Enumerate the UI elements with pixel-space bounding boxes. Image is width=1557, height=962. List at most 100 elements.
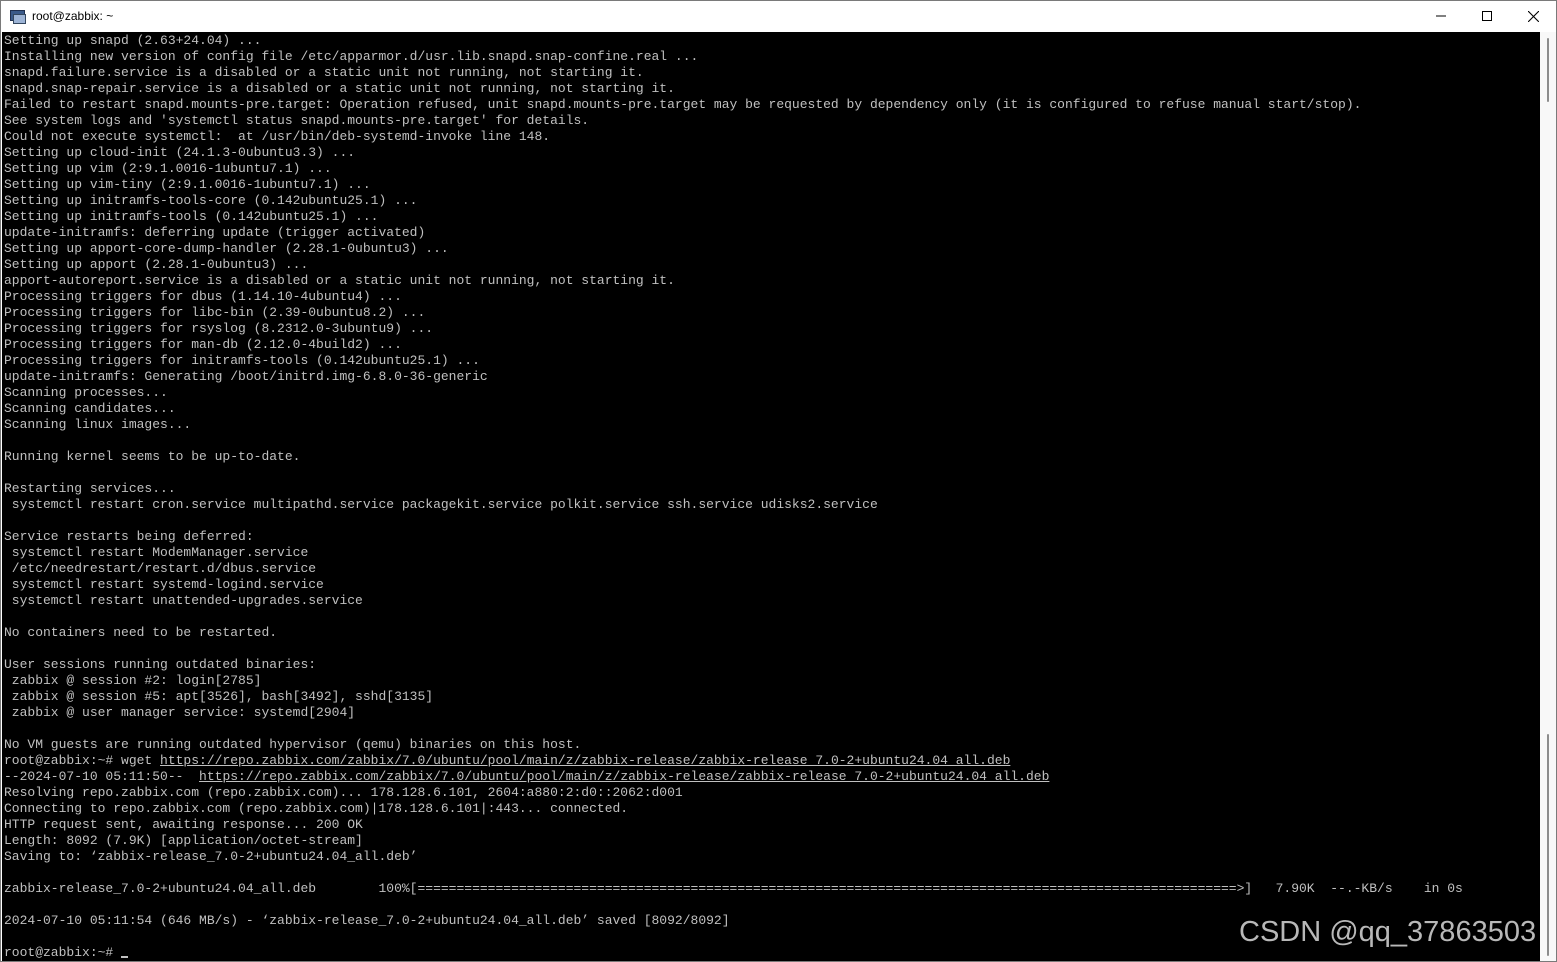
scrollbar-thumb[interactable] <box>1547 38 1549 102</box>
terminal-line: Setting up vim (2:9.1.0016-1ubuntu7.1) .… <box>4 161 1540 177</box>
terminal-line-text: Setting up initramfs-tools-core (0.142ub… <box>4 193 418 208</box>
terminal-line: Setting up snapd (2.63+24.04) ... <box>4 33 1540 49</box>
terminal-line-text: Setting up initramfs-tools (0.142ubuntu2… <box>4 209 379 224</box>
terminal-line: Length: 8092 (7.9K) [application/octet-s… <box>4 833 1540 849</box>
terminal-line-text: No VM guests are running outdated hyperv… <box>4 737 582 752</box>
terminal-line-text: Setting up cloud-init (24.1.3-0ubuntu3.3… <box>4 145 356 160</box>
scrollbar-thumb[interactable] <box>1547 734 1549 956</box>
terminal-line: Running kernel seems to be up-to-date. <box>4 449 1540 465</box>
terminal-line-text: Setting up vim (2:9.1.0016-1ubuntu7.1) .… <box>4 161 332 176</box>
terminal-line-text: systemctl restart unattended-upgrades.se… <box>4 593 363 608</box>
terminal-line-text: Could not execute systemctl: at /usr/bin… <box>4 129 551 144</box>
terminal-line-text: Service restarts being deferred: <box>4 529 254 544</box>
terminal-line: Processing triggers for dbus (1.14.10-4u… <box>4 289 1540 305</box>
terminal-line: Scanning linux images... <box>4 417 1540 433</box>
terminal-line: --2024-07-10 05:11:50-- https://repo.zab… <box>4 769 1540 785</box>
terminal-line: Setting up vim-tiny (2:9.1.0016-1ubuntu7… <box>4 177 1540 193</box>
terminal-line: Service restarts being deferred: <box>4 529 1540 545</box>
terminal-line-text: update-initramfs: deferring update (trig… <box>4 225 426 240</box>
terminal-line-text: zabbix @ session #2: login[2785] <box>4 673 262 688</box>
terminal-line: No VM guests are running outdated hyperv… <box>4 737 1540 753</box>
terminal-line-text: Processing triggers for initramfs-tools … <box>4 353 480 368</box>
title-bar[interactable]: root@zabbix: ~ <box>1 1 1556 31</box>
maximize-button[interactable] <box>1464 1 1510 31</box>
terminal-line: Setting up cloud-init (24.1.3-0ubuntu3.3… <box>4 145 1540 161</box>
terminal-line-text: Processing triggers for rsyslog (8.2312.… <box>4 321 434 336</box>
terminal-line: systemctl restart unattended-upgrades.se… <box>4 593 1540 609</box>
terminal-line-text: update-initramfs: Generating /boot/initr… <box>4 369 488 384</box>
terminal-line-text: HTTP request sent, awaiting response... … <box>4 817 363 832</box>
terminal-line-text: zabbix-release_7.0-2+ubuntu24.04_all.deb… <box>4 881 1463 896</box>
terminal-line: snapd.failure.service is a disabled or a… <box>4 65 1540 81</box>
terminal-line-text: Setting up apport-core-dump-handler (2.2… <box>4 241 449 256</box>
terminal-line-text: 2024-07-10 05:11:54 (646 MB/s) - ‘zabbix… <box>4 913 730 928</box>
terminal-line-text: Processing triggers for man-db (2.12.0-4… <box>4 337 402 352</box>
terminal-line: See system logs and 'systemctl status sn… <box>4 113 1540 129</box>
terminal-output[interactable]: Setting up snapd (2.63+24.04) ... Install… <box>2 32 1540 961</box>
terminal-line-text: Running kernel seems to be up-to-date. <box>4 449 301 464</box>
terminal-line: Connecting to repo.zabbix.com (repo.zabb… <box>4 801 1540 817</box>
terminal-line-text: Connecting to repo.zabbix.com (repo.zabb… <box>4 801 629 816</box>
terminal-line-text: snapd.snap-repair.service is a disabled … <box>4 81 675 96</box>
terminal-line-text: Setting up vim-tiny (2:9.1.0016-1ubuntu7… <box>4 177 371 192</box>
terminal-line-text: Installing new version of config file /e… <box>4 49 699 64</box>
terminal-line: /etc/needrestart/restart.d/dbus.service <box>4 561 1540 577</box>
terminal-line: Failed to restart snapd.mounts-pre.targe… <box>4 97 1540 113</box>
terminal-line: snapd.snap-repair.service is a disabled … <box>4 81 1540 97</box>
terminal-line: Could not execute systemctl: at /usr/bin… <box>4 129 1540 145</box>
terminal-line-text: apport-autoreport.service is a disabled … <box>4 273 675 288</box>
terminal-line-text: Length: 8092 (7.9K) [application/octet-s… <box>4 833 363 848</box>
terminal-line: Processing triggers for rsyslog (8.2312.… <box>4 321 1540 337</box>
terminal-line-text: Processing triggers for libc-bin (2.39-0… <box>4 305 426 320</box>
terminal-line: Processing triggers for initramfs-tools … <box>4 353 1540 369</box>
putty-terminal-icon[interactable] <box>9 8 26 24</box>
window-controls <box>1418 1 1556 31</box>
terminal-line: Scanning candidates... <box>4 401 1540 417</box>
terminal-line: Processing triggers for man-db (2.12.0-4… <box>4 337 1540 353</box>
terminal-line: systemctl restart systemd-logind.service <box>4 577 1540 593</box>
terminal-line: root@zabbix:~# <box>4 945 1540 961</box>
close-button[interactable] <box>1510 1 1556 31</box>
terminal-line: Setting up initramfs-tools (0.142ubuntu2… <box>4 209 1540 225</box>
terminal-line-text: Setting up snapd (2.63+24.04) ... <box>4 33 262 48</box>
terminal-line-text: systemctl restart systemd-logind.service <box>4 577 324 592</box>
terminal-line: systemctl restart cron.service multipath… <box>4 497 1540 513</box>
terminal-line: No containers need to be restarted. <box>4 625 1540 641</box>
terminal-line-text: --2024-07-10 05:11:50-- <box>4 769 200 784</box>
terminal-line: Processing triggers for libc-bin (2.39-0… <box>4 305 1540 321</box>
terminal-line: update-initramfs: deferring update (trig… <box>4 225 1540 241</box>
minimize-button[interactable] <box>1418 1 1464 31</box>
window-title: root@zabbix: ~ <box>32 9 114 23</box>
terminal-line-text: snapd.failure.service is a disabled or a… <box>4 65 644 80</box>
terminal-cursor <box>121 956 129 958</box>
terminal-line: Restarting services... <box>4 481 1540 497</box>
terminal-line: Setting up initramfs-tools-core (0.142ub… <box>4 193 1540 209</box>
terminal-line: HTTP request sent, awaiting response... … <box>4 817 1540 833</box>
vertical-scrollbar[interactable] <box>1540 32 1556 961</box>
terminal-line: Scanning processes... <box>4 385 1540 401</box>
terminal-line: Installing new version of config file /e… <box>4 49 1540 65</box>
terminal-line: Saving to: ‘zabbix-release_7.0-2+ubuntu2… <box>4 849 1540 865</box>
terminal-line-text: Scanning linux images... <box>4 417 192 432</box>
terminal-line: systemctl restart ModemManager.service <box>4 545 1540 561</box>
terminal-line-text: zabbix @ user manager service: systemd[2… <box>4 705 356 720</box>
terminal-line-text: /etc/needrestart/restart.d/dbus.service <box>4 561 317 576</box>
terminal-line: User sessions running outdated binaries: <box>4 657 1540 673</box>
terminal-line-text: Saving to: ‘zabbix-release_7.0-2+ubuntu2… <box>4 849 418 864</box>
maximize-icon <box>1482 11 1492 21</box>
terminal-line-text: User sessions running outdated binaries: <box>4 657 317 672</box>
terminal-line-text: systemctl restart ModemManager.service <box>4 545 309 560</box>
terminal-line: apport-autoreport.service is a disabled … <box>4 273 1540 289</box>
terminal-url-link[interactable]: https://repo.zabbix.com/zabbix/7.0/ubunt… <box>199 769 1049 784</box>
close-icon <box>1527 10 1539 22</box>
terminal-url-link[interactable]: https://repo.zabbix.com/zabbix/7.0/ubunt… <box>160 753 1010 768</box>
terminal-line: Resolving repo.zabbix.com (repo.zabbix.c… <box>4 785 1540 801</box>
terminal-line-text: See system logs and 'systemctl status sn… <box>4 113 590 128</box>
